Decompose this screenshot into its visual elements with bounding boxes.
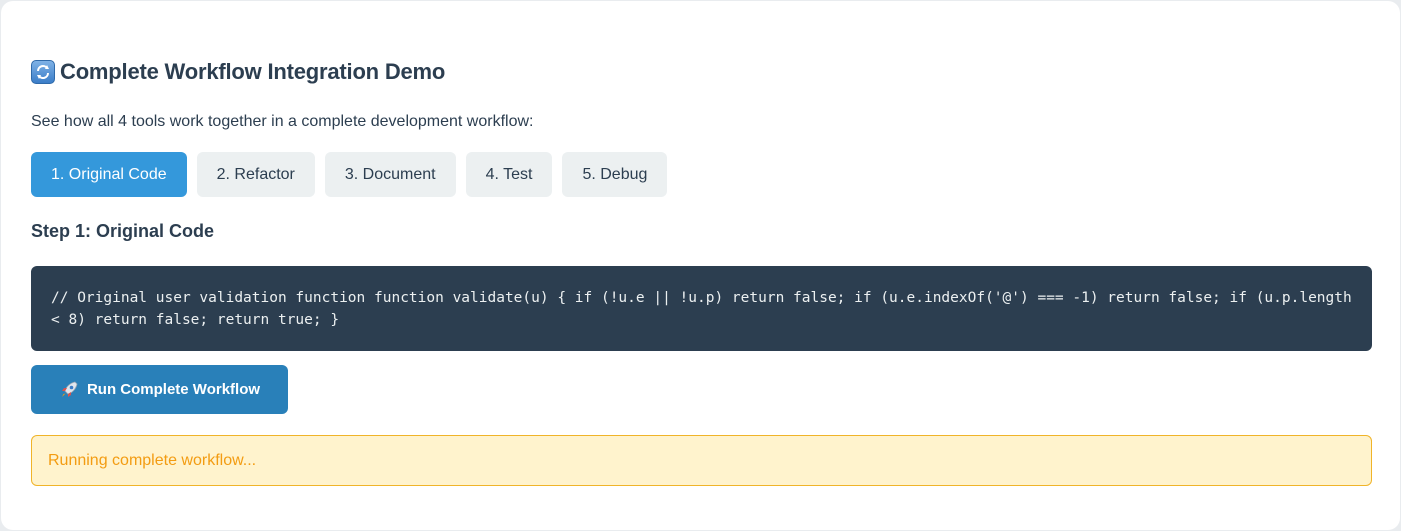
workflow-demo-card: Complete Workflow Integration Demo See h… xyxy=(1,1,1400,530)
status-message: Running complete workflow... xyxy=(31,435,1372,486)
code-block: // Original user validation function fun… xyxy=(31,266,1372,351)
run-workflow-button[interactable]: Run Complete Workflow xyxy=(31,365,288,414)
page-title: Complete Workflow Integration Demo xyxy=(31,57,445,87)
step-button-debug[interactable]: 5. Debug xyxy=(562,152,668,197)
step-button-original-code[interactable]: 1. Original Code xyxy=(31,152,187,197)
step-button-document[interactable]: 3. Document xyxy=(324,152,456,197)
status-text: Running complete workflow... xyxy=(48,451,257,469)
step-button-refactor[interactable]: 2. Refactor xyxy=(196,152,315,197)
rocket-icon xyxy=(59,380,79,400)
run-workflow-label: Run Complete Workflow xyxy=(86,381,261,398)
page-subtitle: See how all 4 tools work together in a c… xyxy=(31,113,534,130)
step-button-test[interactable]: 4. Test xyxy=(465,152,553,197)
refresh-icon xyxy=(31,60,55,84)
page-title-text: Complete Workflow Integration Demo xyxy=(60,59,446,84)
step-tabs: 1. Original Code 2. Refactor 3. Document… xyxy=(31,152,668,197)
step-heading: Step 1: Original Code xyxy=(31,221,215,241)
